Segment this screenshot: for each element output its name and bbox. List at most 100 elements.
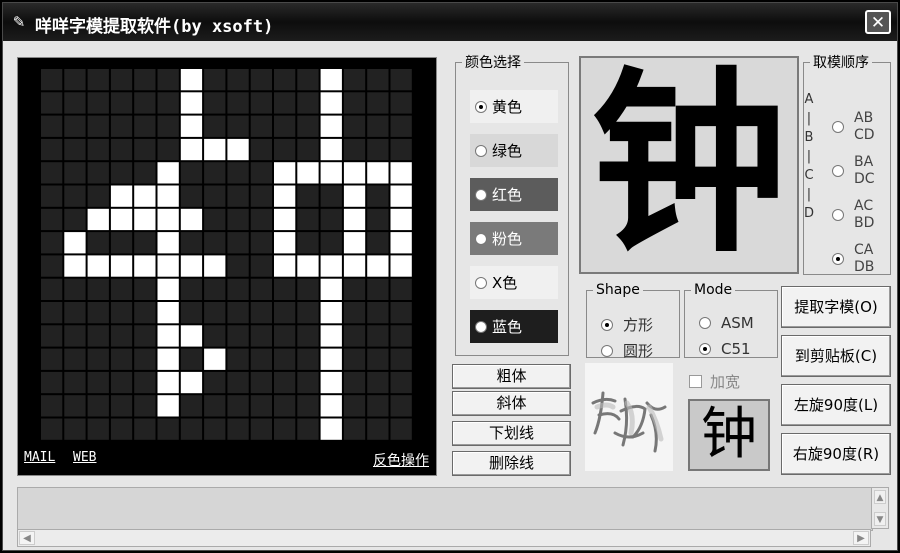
pixel-off[interactable] [87, 232, 109, 254]
pixel-off[interactable] [367, 138, 389, 161]
pixel-off[interactable] [64, 418, 86, 440]
pixel-on[interactable] [367, 162, 389, 184]
pixel-off[interactable] [343, 371, 366, 394]
pixel-off[interactable] [227, 325, 249, 347]
pixel-on[interactable] [110, 185, 133, 207]
dot-matrix-grid[interactable] [40, 68, 414, 442]
pixel-off[interactable] [250, 162, 272, 184]
pixel-off[interactable] [274, 92, 296, 114]
pixel-off[interactable] [87, 302, 109, 324]
title-bar[interactable]: ✎ 咩咩字模提取软件(by xsoft) ✕ [3, 3, 897, 41]
pixel-off[interactable] [87, 115, 109, 137]
pixel-off[interactable] [180, 418, 203, 440]
pixel-off[interactable] [180, 348, 203, 370]
pixel-on[interactable] [157, 185, 179, 207]
pixel-off[interactable] [227, 208, 249, 231]
pixel-off[interactable] [320, 185, 342, 207]
pixel-off[interactable] [157, 418, 179, 440]
pixel-off[interactable] [297, 418, 319, 440]
pixel-off[interactable] [110, 395, 133, 417]
pixel-off[interactable] [227, 232, 249, 254]
pixel-off[interactable] [367, 371, 389, 394]
pixel-on[interactable] [157, 371, 179, 394]
pixel-off[interactable] [87, 69, 109, 91]
pixel-off[interactable] [390, 395, 412, 417]
pixel-on[interactable] [87, 255, 109, 277]
pixel-off[interactable] [274, 302, 296, 324]
mail-link[interactable]: MAIL [24, 450, 55, 465]
pixel-off[interactable] [274, 348, 296, 370]
pixel-off[interactable] [41, 115, 63, 137]
pixel-off[interactable] [180, 302, 203, 324]
pixel-off[interactable] [390, 302, 412, 324]
pixel-on[interactable] [390, 255, 412, 277]
pixel-off[interactable] [180, 185, 203, 207]
pixel-off[interactable] [41, 185, 63, 207]
close-button[interactable]: ✕ [865, 10, 891, 34]
pixel-on[interactable] [320, 371, 342, 394]
pixel-off[interactable] [110, 278, 133, 300]
pixel-on[interactable] [87, 208, 109, 231]
pixel-on[interactable] [204, 255, 226, 277]
pixel-off[interactable] [87, 162, 109, 184]
pixel-on[interactable] [390, 162, 412, 184]
pixel-on[interactable] [157, 302, 179, 324]
pixel-off[interactable] [204, 371, 226, 394]
pixel-off[interactable] [227, 348, 249, 370]
pixel-on[interactable] [110, 255, 133, 277]
widen-checkbox[interactable]: 加宽 [689, 371, 740, 392]
pixel-on[interactable] [343, 162, 366, 184]
pixel-off[interactable] [227, 92, 249, 114]
pixel-off[interactable] [110, 232, 133, 254]
web-link[interactable]: WEB [73, 450, 96, 465]
pixel-on[interactable] [274, 185, 296, 207]
pixel-on[interactable] [320, 302, 342, 324]
pixel-off[interactable] [64, 371, 86, 394]
color-option[interactable]: X色 [470, 266, 558, 299]
pixel-on[interactable] [180, 138, 203, 161]
pixel-off[interactable] [227, 395, 249, 417]
pixel-on[interactable] [157, 395, 179, 417]
scroll-up-icon[interactable]: ▲ [874, 490, 886, 504]
pixel-off[interactable] [390, 278, 412, 300]
pixel-on[interactable] [390, 232, 412, 254]
pixel-off[interactable] [367, 302, 389, 324]
pixel-on[interactable] [343, 232, 366, 254]
pixel-off[interactable] [343, 115, 366, 137]
pixel-off[interactable] [180, 395, 203, 417]
pixel-off[interactable] [157, 138, 179, 161]
pixel-off[interactable] [250, 185, 272, 207]
pixel-off[interactable] [297, 185, 319, 207]
pixel-off[interactable] [180, 162, 203, 184]
copy-to-clipboard-button[interactable]: 到剪贴板(C) [781, 335, 891, 377]
scroll-left-icon[interactable]: ◀ [19, 531, 35, 545]
pixel-off[interactable] [343, 302, 366, 324]
pixel-on[interactable] [180, 255, 203, 277]
pixel-off[interactable] [274, 115, 296, 137]
pixel-on[interactable] [180, 325, 203, 347]
pixel-on[interactable] [320, 69, 342, 91]
pixel-off[interactable] [297, 302, 319, 324]
pixel-on[interactable] [320, 395, 342, 417]
pixel-off[interactable] [41, 278, 63, 300]
pixel-off[interactable] [87, 185, 109, 207]
pixel-off[interactable] [343, 395, 366, 417]
pixel-off[interactable] [87, 418, 109, 440]
pixel-off[interactable] [343, 418, 366, 440]
pixel-off[interactable] [343, 278, 366, 300]
order-option[interactable]: AC BD [832, 198, 888, 232]
pixel-on[interactable] [343, 208, 366, 231]
pixel-on[interactable] [180, 92, 203, 114]
pixel-off[interactable] [367, 232, 389, 254]
pixel-off[interactable] [250, 232, 272, 254]
pixel-off[interactable] [157, 115, 179, 137]
pixel-off[interactable] [367, 69, 389, 91]
pixel-off[interactable] [227, 115, 249, 137]
pixel-off[interactable] [390, 115, 412, 137]
color-option[interactable]: 黄色 [470, 90, 558, 123]
pixel-off[interactable] [110, 325, 133, 347]
pixel-on[interactable] [274, 232, 296, 254]
pixel-on[interactable] [110, 208, 133, 231]
pixel-off[interactable] [274, 395, 296, 417]
pixel-off[interactable] [41, 418, 63, 440]
